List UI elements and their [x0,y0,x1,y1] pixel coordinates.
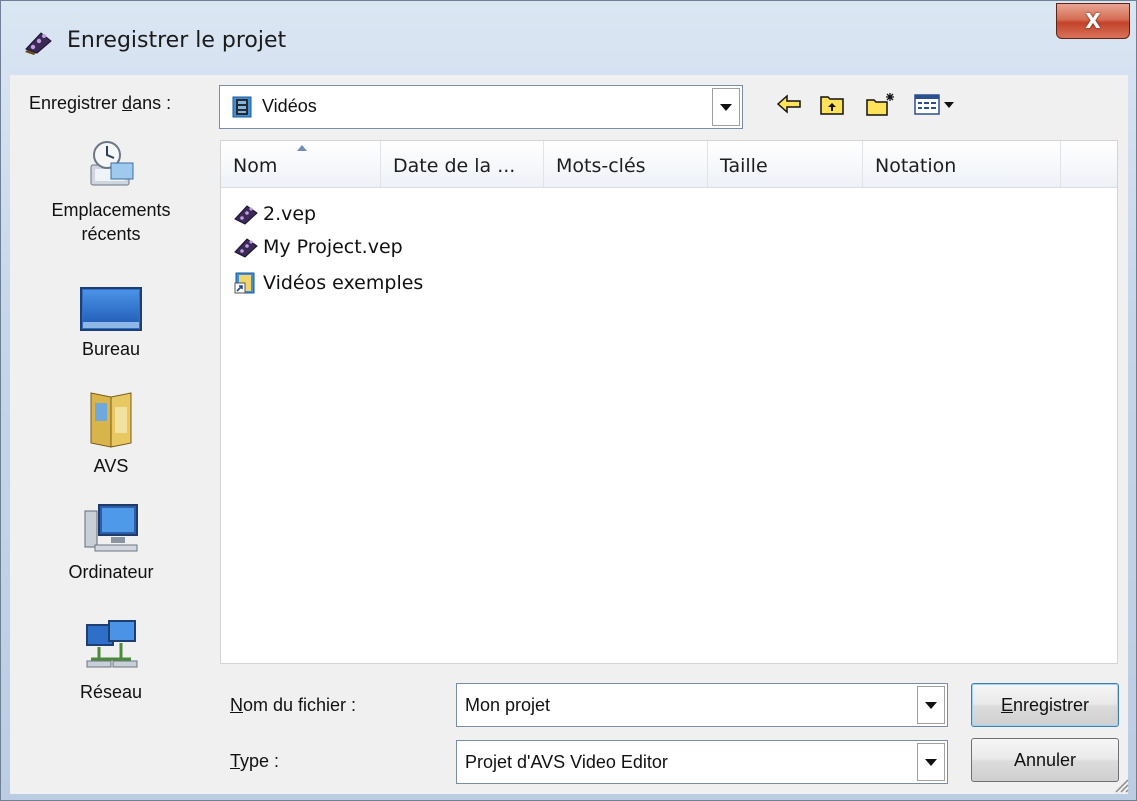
cancel-button[interactable]: Annuler [971,738,1119,782]
up-folder-icon [820,96,844,115]
column-header-name[interactable]: Nom [221,141,381,187]
chevron-down-icon [925,758,937,766]
filetype-dropdown-button[interactable] [917,743,945,781]
up-folder-button[interactable] [819,90,845,118]
column-header-date[interactable]: Date de la ... [381,141,544,187]
filename-value[interactable]: Mon projet [465,695,550,716]
places-bar: Emplacements récents Bureau AVS Ordinate… [21,139,201,794]
save-in-combo[interactable]: Vidéos [219,85,743,129]
place-label: Bureau [81,339,141,359]
back-button[interactable] [776,90,802,118]
place-computer[interactable]: Ordinateur [21,501,201,584]
place-network[interactable]: Réseau [21,619,201,704]
network-icon [86,620,138,668]
place-label: AVS [93,456,129,476]
column-header-size[interactable]: Taille [708,141,863,187]
list-item[interactable]: 2.vep [233,203,316,225]
save-project-dialog: Enregistrer le projet X Enregistrer dans… [0,0,1137,801]
new-folder-button[interactable] [865,90,897,118]
place-label: Ordinateur [68,562,154,582]
recent-places-icon [90,141,134,186]
close-button[interactable]: X [1056,3,1130,39]
save-in-dropdown-button[interactable] [712,88,740,126]
new-folder-icon [866,93,894,116]
project-file-icon [234,205,258,225]
place-label: Emplacements récents [51,200,171,244]
film-reel-icon [25,32,52,55]
computer-icon [84,504,138,552]
project-file-icon [234,238,258,258]
file-name: 2.vep [263,203,317,225]
filename-label: Nom du fichier : [230,695,357,715]
file-list[interactable]: Nom Date de la ... Mots-clés Taille Nota… [220,140,1118,664]
list-item[interactable]: Vidéos exemples [233,271,423,295]
video-folder-icon [232,96,252,118]
filename-field[interactable]: Mon projet [456,683,948,727]
window-title: Enregistrer le projet [67,28,287,53]
filetype-label: Type : [230,751,280,771]
list-item[interactable]: My Project.vep [233,236,403,258]
file-list-header: Nom Date de la ... Mots-clés Taille Nota… [221,141,1117,188]
file-name: Vidéos exemples [263,272,424,294]
desktop-icon [80,287,142,331]
save-in-folder-name: Vidéos [262,96,317,116]
file-name: My Project.vep [263,236,403,258]
column-header-keywords[interactable]: Mots-clés [544,141,708,187]
close-icon: X [1085,9,1101,33]
place-user[interactable]: AVS [21,389,201,478]
resize-grip-icon[interactable] [1112,776,1130,794]
column-header-rating[interactable]: Notation [863,141,1061,187]
back-arrow-icon [776,94,801,114]
place-label: Réseau [79,682,143,702]
place-desktop[interactable]: Bureau [21,286,201,361]
place-recent[interactable]: Emplacements récents [21,139,201,246]
sort-ascending-icon [297,145,307,151]
chevron-down-icon [925,701,937,709]
save-in-label: Enregistrer dans : [29,93,172,113]
save-button[interactable]: Enregistrer [971,683,1119,727]
view-menu-icon [914,94,954,115]
view-menu-button[interactable] [913,90,959,118]
user-folder-icon [90,392,132,448]
chevron-down-icon [720,103,732,111]
folder-shortcut-icon [234,272,255,294]
filetype-value: Projet d'AVS Video Editor [465,752,668,772]
filename-dropdown-button[interactable] [917,686,945,724]
filetype-select[interactable]: Projet d'AVS Video Editor [456,740,948,784]
title-bar[interactable]: Enregistrer le projet X [1,1,1136,75]
